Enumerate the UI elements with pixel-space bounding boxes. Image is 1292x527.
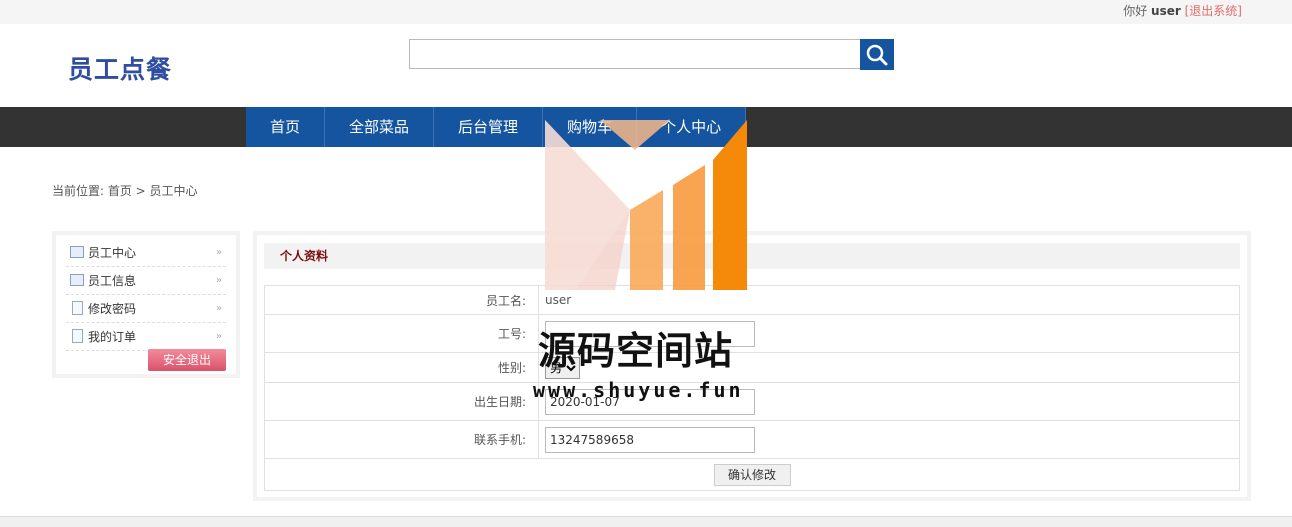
- nav-home[interactable]: 首页: [246, 107, 326, 147]
- user-greeting: 你好 user [退出系统]: [1123, 2, 1242, 19]
- sidebar-item-label: 我的订单: [88, 330, 137, 344]
- sidebar-item-my-orders[interactable]: 我的订单 »: [66, 323, 226, 351]
- sidebar-item-staff-center[interactable]: 员工中心 »: [66, 239, 226, 267]
- phone-label: 联系手机:: [264, 420, 539, 459]
- form-row-submit: 确认修改: [264, 458, 1240, 491]
- name-value: user: [538, 285, 1240, 315]
- arrow-icon: »: [215, 247, 222, 258]
- header: 员工点餐: [0, 24, 1292, 107]
- nav-personal-center[interactable]: 个人中心: [637, 107, 747, 147]
- phone-field[interactable]: [545, 426, 755, 453]
- safe-exit-button[interactable]: 安全退出: [148, 349, 226, 371]
- id-label: 工号:: [264, 314, 539, 353]
- form-row-id: 工号:: [264, 314, 1240, 353]
- sidebar-item-staff-info[interactable]: 员工信息 »: [66, 267, 226, 295]
- nav-all-dishes[interactable]: 全部菜品: [325, 107, 435, 147]
- form-row-name: 员工名: user: [264, 285, 1240, 315]
- profile-form: 员工名: user 工号: 性别: 男 出生日期: 联系手机: 确认修改: [264, 285, 1240, 491]
- logout-link[interactable]: [退出系统]: [1185, 4, 1242, 18]
- arrow-icon: »: [215, 331, 222, 342]
- arrow-icon: »: [215, 275, 222, 286]
- panel-title: 个人资料: [264, 243, 1240, 269]
- name-label: 员工名:: [264, 285, 539, 315]
- top-bar: 你好 user [退出系统]: [0, 0, 1292, 24]
- sidebar-item-label: 员工信息: [88, 274, 137, 288]
- sidebar: 员工中心 » 员工信息 » 修改密码 » 我的订单 » 安全退出: [52, 231, 240, 378]
- dob-label: 出生日期:: [264, 382, 539, 421]
- document-icon: [72, 301, 83, 315]
- watermark-url: www.shuyue.fun: [533, 378, 744, 402]
- watermark-title: 源码空间站: [538, 329, 734, 373]
- search-icon: [866, 44, 888, 66]
- breadcrumb: 当前位置: 首页 > 员工中心: [52, 184, 198, 198]
- nav-cart[interactable]: 购物车: [543, 107, 638, 147]
- search-input[interactable]: [409, 39, 861, 69]
- site-logo[interactable]: 员工点餐: [68, 50, 172, 86]
- greeting-text: 你好: [1123, 4, 1148, 18]
- id-card-icon: [70, 274, 84, 286]
- username: user: [1151, 4, 1181, 18]
- sidebar-item-change-password[interactable]: 修改密码 »: [66, 295, 226, 323]
- confirm-button[interactable]: 确认修改: [713, 463, 791, 486]
- arrow-icon: »: [215, 303, 222, 314]
- sidebar-item-label: 修改密码: [88, 302, 137, 316]
- form-row-gender: 性别: 男: [264, 352, 1240, 383]
- search-button[interactable]: [860, 39, 894, 70]
- main-nav-bar: 首页 全部菜品 后台管理 购物车 个人中心: [0, 107, 1292, 147]
- form-row-phone: 联系手机:: [264, 420, 1240, 459]
- main-nav: 首页 全部菜品 后台管理 购物车 个人中心: [246, 107, 747, 147]
- form-row-dob: 出生日期:: [264, 382, 1240, 421]
- document-icon: [72, 329, 83, 343]
- nav-admin[interactable]: 后台管理: [434, 107, 544, 147]
- footer-divider: [0, 516, 1292, 527]
- id-card-icon: [70, 246, 84, 258]
- profile-panel: 个人资料 员工名: user 工号: 性别: 男 出生日期: 联系手机:: [253, 231, 1251, 501]
- gender-label: 性别:: [264, 352, 539, 383]
- sidebar-item-label: 员工中心: [88, 246, 137, 260]
